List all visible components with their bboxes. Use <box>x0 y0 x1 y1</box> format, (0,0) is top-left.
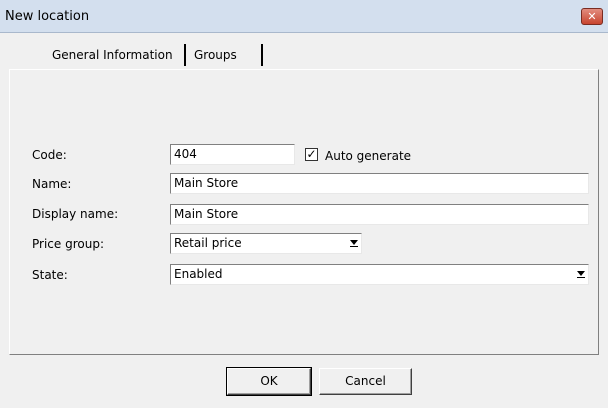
state-value: Enabled <box>174 267 223 281</box>
price-group-value: Retail price <box>174 236 242 250</box>
checkmark-icon: ✓ <box>306 147 317 161</box>
state-label: State: <box>32 268 68 282</box>
tab-general-information[interactable]: General Information <box>52 48 173 62</box>
auto-generate-checkbox[interactable]: ✓ <box>305 148 318 161</box>
chevron-down-icon[interactable] <box>350 240 358 247</box>
cancel-button[interactable]: Cancel <box>319 368 412 395</box>
code-field[interactable]: 404 <box>170 144 295 165</box>
display-name-field[interactable]: Main Store <box>170 204 589 225</box>
chevron-down-icon[interactable] <box>577 271 585 278</box>
name-field[interactable]: Main Store <box>170 173 589 194</box>
display-name-label: Display name: <box>32 207 119 221</box>
price-group-select[interactable]: Retail price <box>170 233 362 254</box>
tab-groups[interactable]: Groups <box>194 48 237 62</box>
new-location-dialog: New location ✕ General Information Group… <box>0 0 608 408</box>
title-bar[interactable]: New location ✕ <box>0 0 608 33</box>
close-button[interactable]: ✕ <box>581 8 603 25</box>
price-group-label: Price group: <box>32 237 104 251</box>
auto-generate-label[interactable]: Auto generate <box>325 149 411 163</box>
tab-separator <box>261 44 263 66</box>
close-icon: ✕ <box>587 10 597 23</box>
state-select[interactable]: Enabled <box>170 264 589 285</box>
ok-button[interactable]: OK <box>226 367 312 396</box>
name-label: Name: <box>32 177 72 191</box>
window-title: New location <box>5 9 90 24</box>
code-label: Code: <box>32 148 67 162</box>
tab-separator <box>184 44 186 66</box>
tab-strip: General Information Groups <box>10 42 595 68</box>
